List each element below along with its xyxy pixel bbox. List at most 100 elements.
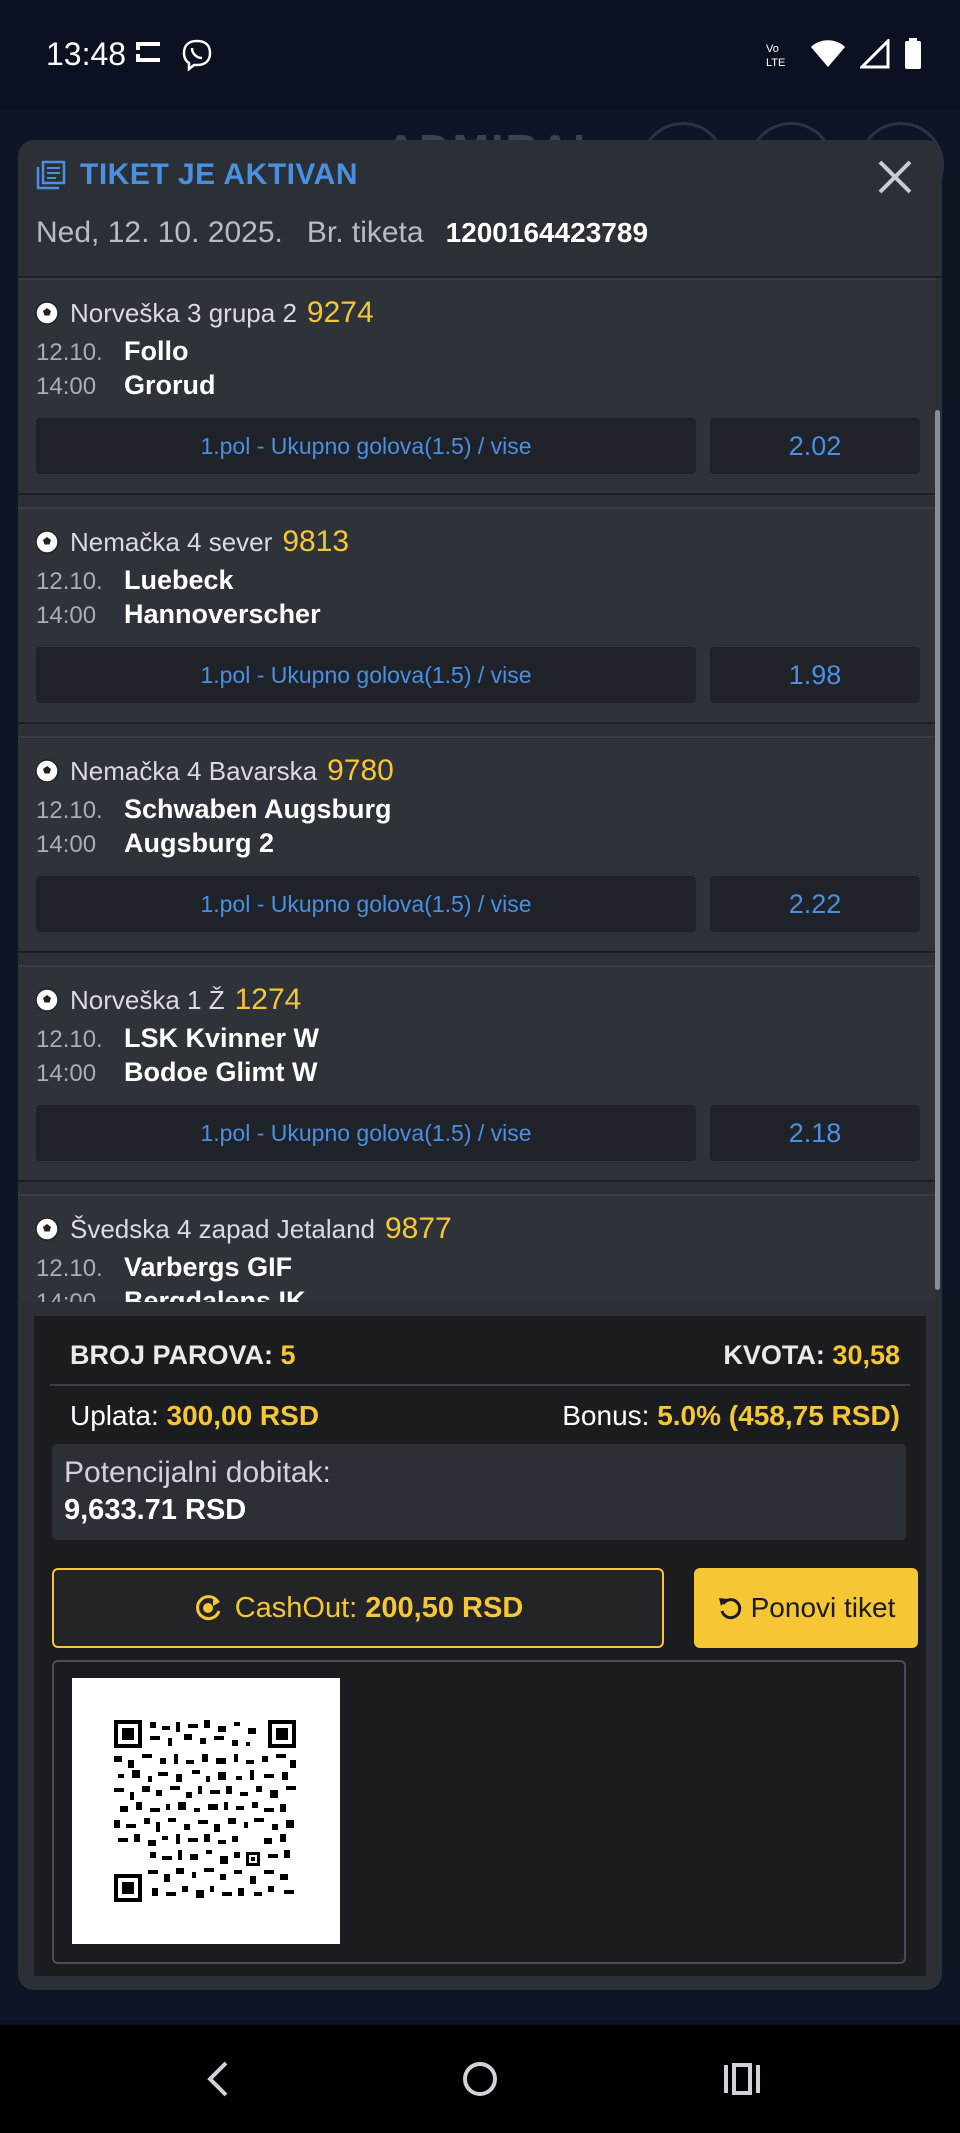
signal-icon	[860, 39, 890, 69]
list-scrollbar[interactable]	[935, 410, 940, 1290]
ticket-number: 1200164423789	[445, 217, 649, 248]
stake-value: 300,00 RSD	[166, 1400, 320, 1431]
away-team: Hannoverscher	[124, 599, 321, 629]
close-icon[interactable]	[872, 154, 918, 200]
league-name: Švedska 4 zapad Jetaland	[70, 1213, 375, 1244]
ticket-date: Ned, 12. 10. 2025.	[36, 216, 283, 249]
football-icon	[35, 301, 59, 325]
match-item: Norveška 1 Ž 1274 12.10. LSK Kvinner W 14…	[18, 965, 936, 1182]
match-item: Norveška 3 grupa 2 9274 12.10. Follo 14:0…	[18, 278, 936, 495]
battery-icon	[905, 38, 921, 69]
match-time: 14:00	[36, 1060, 97, 1087]
home-team: Luebeck	[124, 565, 234, 595]
match-code: 1274	[234, 983, 302, 1016]
match-time: 14:00	[36, 373, 97, 400]
odds-value: 30,58	[832, 1340, 900, 1370]
wifi-icon	[811, 40, 845, 67]
match-list[interactable]: Norveška 3 grupa 2 9274 12.10. Follo 14:0…	[18, 276, 942, 1302]
bet-type: 1.pol - Ukupno golova(1.5) / vise	[36, 1105, 696, 1161]
potential-win-box: Potencijalni dobitak: 9,633.71 RSD	[52, 1444, 906, 1540]
system-navigation-bar	[0, 2025, 960, 2133]
potential-win-value: 9,633.71 RSD	[64, 1494, 247, 1526]
bet-odd: 2.22	[710, 876, 920, 932]
ticket-meta: Ned, 12. 10. 2025. Br. tiketa 1200164423…	[36, 216, 648, 250]
stake-label: Uplata:	[70, 1400, 159, 1431]
bonus-label: Bonus:	[562, 1400, 650, 1431]
bet-odd: 2.18	[710, 1105, 920, 1161]
match-time: 14:00	[36, 602, 97, 629]
ticket-number-label: Br. tiketa	[306, 216, 424, 249]
match-item: Švedska 4 zapad Jetaland 9877 12.10. Varb…	[18, 1194, 936, 1302]
pairs-value: 5	[280, 1340, 296, 1370]
cashout-value: 200,50 RSD	[365, 1591, 524, 1624]
match-date: 12.10.	[36, 797, 103, 824]
volte-icon: Vo LTE	[766, 43, 785, 69]
repeat-icon	[718, 1598, 741, 1620]
bonus-value: 5.0% (458,75 RSD)	[657, 1400, 900, 1431]
football-icon	[35, 1217, 59, 1241]
away-team: Augsburg 2	[124, 828, 275, 858]
cast-icon	[136, 42, 160, 62]
match-code: 9877	[385, 1212, 452, 1245]
league-name: Norveška 3 grupa 2	[70, 297, 297, 328]
cashout-button[interactable]: CashOut: 200,50 RSD	[52, 1568, 664, 1648]
bonus: Bonus: 5.0% (458,75 RSD)	[562, 1400, 900, 1432]
ticket-modal: TIKET JE AKTIVAN Ned, 12. 10. 2025. Br. …	[18, 140, 942, 1990]
league-name: Norveška 1 Ž	[70, 984, 225, 1015]
qr-code-icon	[114, 1720, 296, 1902]
match-date: 12.10.	[36, 339, 103, 366]
football-icon	[35, 988, 59, 1012]
repeat-ticket-button[interactable]: Ponovi tiket	[694, 1568, 918, 1648]
match-time: 14:00	[36, 1289, 124, 1302]
home-team: Varbergs GIF	[124, 1252, 293, 1282]
pairs-count: BROJ PAROVA: 5	[70, 1340, 296, 1371]
match-code: 9813	[282, 525, 350, 558]
total-odds: KVOTA: 30,58	[723, 1340, 900, 1371]
stake: Uplata: 300,00 RSD	[70, 1400, 319, 1432]
repeat-ticket-label: Ponovi tiket	[750, 1592, 896, 1623]
match-code: 9780	[327, 754, 394, 787]
league-name: Nemačka 4 sever	[70, 526, 273, 557]
football-icon	[35, 759, 59, 783]
potential-win-label: Potencijalni dobitak:	[64, 1456, 331, 1489]
bet-odd: 1.98	[710, 647, 920, 703]
football-icon	[35, 530, 59, 554]
away-team: Bergdalens IK	[124, 1286, 306, 1302]
home-team: Schwaben Augsburg	[124, 794, 392, 824]
back-icon[interactable]	[194, 2055, 242, 2103]
bet-type: 1.pol - Ukupno golova(1.5) / vise	[36, 876, 696, 932]
home-icon[interactable]	[456, 2055, 504, 2103]
svg-text:LTE: LTE	[766, 57, 785, 69]
match-time: 14:00	[36, 831, 97, 858]
cashout-icon	[195, 1595, 221, 1621]
status-time: 13:48	[46, 36, 127, 72]
divider	[50, 1384, 910, 1386]
match-date: 12.10.	[36, 1255, 103, 1282]
qr-code	[72, 1678, 340, 1944]
modal-title: TIKET JE AKTIVAN	[80, 158, 359, 191]
bet-type: 1.pol - Ukupno golova(1.5) / vise	[36, 647, 696, 703]
pairs-label: BROJ PAROVA:	[70, 1340, 274, 1370]
ticket-icon	[36, 160, 66, 190]
away-team: Bodoe Glimt W	[124, 1057, 318, 1087]
match-code: 9274	[306, 296, 374, 329]
odds-label: KVOTA:	[723, 1340, 825, 1370]
status-icons-left	[134, 38, 214, 72]
match-date: 12.10.	[36, 568, 103, 595]
match-date: 12.10.	[36, 1026, 103, 1053]
league-name: Nemačka 4 Bavarska	[70, 755, 318, 786]
viber-icon	[182, 39, 212, 72]
svg-text:Vo: Vo	[766, 43, 779, 55]
status-icons-right: Vo LTE	[764, 38, 922, 70]
recents-icon[interactable]	[718, 2055, 766, 2103]
home-team: LSK Kvinner W	[124, 1023, 320, 1053]
home-team: Follo	[124, 336, 189, 366]
modal-header: TIKET JE AKTIVAN Ned, 12. 10. 2025. Br. …	[18, 140, 942, 280]
match-item: Nemačka 4 sever 9813 12.10. Luebeck 14:00…	[18, 507, 936, 724]
qr-panel	[52, 1660, 906, 1964]
bet-odd: 2.02	[710, 418, 920, 474]
cashout-label: CashOut:	[234, 1591, 358, 1624]
match-item: Nemačka 4 Bavarska 9780 12.10. Schwaben A…	[18, 736, 936, 953]
status-bar: 13:48 Vo LTE	[0, 0, 960, 110]
bet-type: 1.pol - Ukupno golova(1.5) / vise	[36, 418, 696, 474]
